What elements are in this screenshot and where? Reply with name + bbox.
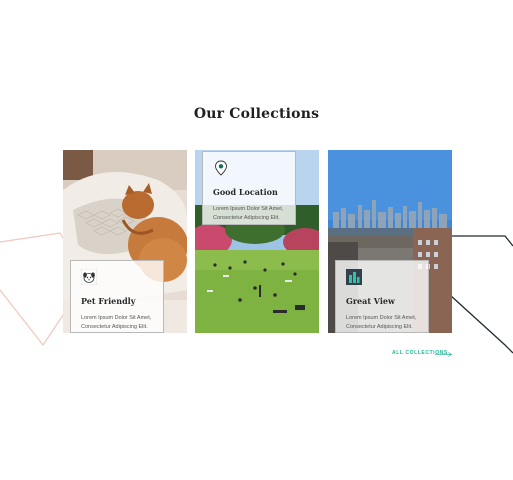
card-description: Lorem Ipsum Dolor Sit Amet, Consectetur … <box>81 315 152 330</box>
collection-card-great-view[interactable]: Great View Lorem Ipsum Dolor Sit Amet, C… <box>328 150 452 333</box>
dog-icon <box>80 268 98 286</box>
arrow-right-icon[interactable] <box>435 352 453 357</box>
card-description: Lorem Ipsum Dolor Sit Amet, Consectetur … <box>213 206 284 221</box>
card-info-box: Great View Lorem Ipsum Dolor Sit Amet, C… <box>335 260 429 333</box>
card-title: Good Location <box>213 187 278 197</box>
collection-card-good-location[interactable]: Good Location Lorem Ipsum Dolor Sit Amet… <box>195 150 319 333</box>
map-pin-icon <box>215 160 227 176</box>
collection-card-pet-friendly[interactable]: Pet Friendly Lorem Ipsum Dolor Sit Amet,… <box>63 150 187 333</box>
card-info-box: Good Location Lorem Ipsum Dolor Sit Amet… <box>202 151 296 225</box>
card-title: Pet Friendly <box>81 296 136 306</box>
card-info-box: Pet Friendly Lorem Ipsum Dolor Sit Amet,… <box>70 260 164 333</box>
section-title: Our Collections <box>193 106 320 122</box>
card-description: Lorem Ipsum Dolor Sit Amet, Consectetur … <box>346 315 417 330</box>
city-view-icon <box>346 269 362 285</box>
card-title: Great View <box>346 296 395 306</box>
